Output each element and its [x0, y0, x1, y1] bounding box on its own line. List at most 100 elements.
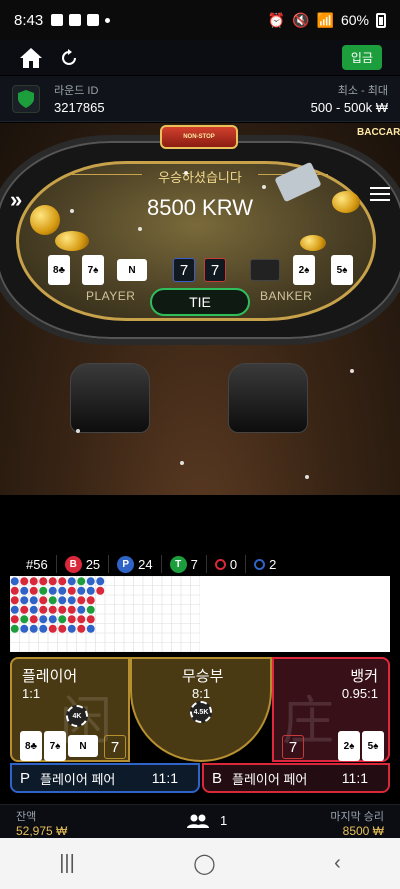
bead-mark	[48, 605, 57, 614]
roadmap[interactable]	[10, 576, 390, 652]
live-game-view: NON-STOP BACCARAT 우승하셨습니다 8500 KRW » 8♣ …	[0, 123, 400, 495]
tie-bet-name: 무승부	[182, 668, 224, 685]
menu-line	[370, 199, 390, 201]
bead-mark	[58, 596, 67, 605]
bead-mark	[86, 596, 95, 605]
player-pair-label: 플레이어 페어	[40, 771, 116, 787]
bead-road	[10, 576, 200, 652]
bead-mark	[77, 624, 86, 633]
banker-bet-spot[interactable]: 庄 뱅커 0.95:1 7 2♠ 5♠	[272, 657, 390, 762]
player-score: 7	[173, 258, 195, 282]
message-icon	[69, 14, 82, 26]
round-id-label: 라운드 ID	[54, 85, 99, 97]
status-bar: 8:43 ⏰ 🔇 📶 60%	[0, 0, 400, 40]
player-chip: 4K	[66, 705, 88, 727]
home-button[interactable]	[18, 45, 44, 71]
player-bet-odds: 1:1	[22, 686, 41, 701]
battery-icon	[376, 12, 386, 28]
bead-mark	[10, 605, 19, 614]
balance-value: 52,975 ₩	[16, 824, 68, 838]
player-pair-bet[interactable]: P 플레이어 페어 11:1	[10, 763, 200, 793]
banker-pair-label: 플레이어 페어	[232, 771, 308, 787]
player-card-mini: 8♣	[20, 731, 42, 761]
round-id: 라운드 ID 3217865	[54, 82, 105, 115]
banker-pair-odds: 11:1	[341, 770, 368, 786]
player-card-mini: 7♠	[44, 731, 66, 761]
gold-chip	[55, 231, 89, 251]
round-statistics: #56 B 25 P 24 T 7 0 2	[0, 552, 400, 576]
tie-bet-spot[interactable]: 무승부 8:1 4.5K	[130, 657, 272, 762]
top-nav: 입금	[0, 40, 400, 75]
round-number: #56	[26, 556, 48, 572]
bead-mark	[10, 624, 19, 633]
bead-mark	[77, 596, 86, 605]
player-total: 7	[104, 735, 126, 759]
bead-mark	[48, 577, 57, 586]
banker-label: BANKER	[260, 289, 313, 303]
bead-mark	[39, 624, 48, 633]
banker-pair-icon	[214, 558, 226, 570]
bead-mark	[29, 615, 38, 624]
win-title: 우승하셨습니다	[158, 170, 242, 185]
player-card: 8♣	[48, 255, 70, 285]
mute-icon: 🔇	[292, 11, 310, 28]
bead-mark	[77, 586, 86, 595]
bead-mark	[20, 596, 29, 605]
bead-mark	[58, 577, 67, 586]
bead-mark	[67, 605, 76, 614]
snowflake	[70, 209, 74, 213]
system-nav-bar: ||| ◯ ‹	[0, 838, 400, 889]
last-win-label: 마지막 승리	[330, 811, 384, 823]
chair	[70, 363, 150, 433]
bead-mark	[58, 615, 67, 624]
bead-mark	[10, 577, 19, 586]
chat-icon	[87, 14, 100, 26]
bead-mark	[86, 577, 95, 586]
bead-mark	[58, 586, 67, 595]
bead-mark	[77, 577, 86, 586]
back-button[interactable]: ‹	[334, 852, 341, 875]
player-bet-spot[interactable]: 闲 플레이어 1:1 4K 8♣ 7♠ N 7	[10, 657, 130, 762]
snowflake	[138, 227, 142, 231]
chair	[228, 363, 308, 433]
bet-limits-value: 500 - 500k ₩	[310, 100, 388, 115]
tie-bet-odds: 8:1	[192, 686, 211, 701]
menu-button[interactable]	[370, 187, 390, 201]
banker-pair-bet[interactable]: B 플레이어 페어 11:1	[202, 763, 390, 793]
bead-mark	[67, 586, 76, 595]
bead-mark	[20, 577, 29, 586]
round-info-bar: 라운드 ID 3217865 최소 - 최대 500 - 500k ₩	[0, 76, 400, 122]
bead-mark	[58, 605, 67, 614]
players-online[interactable]: 1	[186, 813, 227, 828]
home-system-button[interactable]: ◯	[193, 851, 215, 876]
refresh-icon	[62, 48, 76, 65]
bead-mark	[77, 605, 86, 614]
big-road	[205, 576, 390, 652]
bead-mark	[67, 624, 76, 633]
snowflake	[180, 461, 184, 465]
deposit-button[interactable]: 입금	[341, 45, 382, 70]
stat-banker: B 25	[57, 555, 110, 573]
banker-card-empty	[250, 259, 280, 281]
banker-card: 2♠	[293, 255, 315, 285]
banker-count: 25	[85, 556, 101, 572]
player-card: 7♠	[82, 255, 104, 285]
player-pair-odds: 11:1	[151, 770, 178, 786]
bet-limits: 최소 - 최대 500 - 500k ₩	[311, 82, 388, 115]
bead-mark	[48, 624, 57, 633]
fairness-shield-button[interactable]	[12, 84, 40, 113]
refresh-button[interactable]	[56, 45, 82, 71]
snowflake	[76, 429, 80, 433]
player-count: 24	[138, 556, 153, 572]
bead-mark	[10, 615, 19, 624]
notification-icons	[51, 14, 111, 26]
banker-card-mini: 2♠	[338, 731, 360, 761]
bead-mark	[39, 605, 48, 614]
bead-mark	[86, 586, 95, 595]
logo-top-text: NON-STOP	[183, 133, 215, 140]
balance-label: 잔액	[16, 811, 37, 823]
banker-card-mini: 5♠	[362, 731, 384, 761]
expand-arrows-icon[interactable]: »	[10, 187, 22, 213]
recent-apps-button[interactable]: |||	[59, 852, 75, 875]
bead-mark	[77, 615, 86, 624]
